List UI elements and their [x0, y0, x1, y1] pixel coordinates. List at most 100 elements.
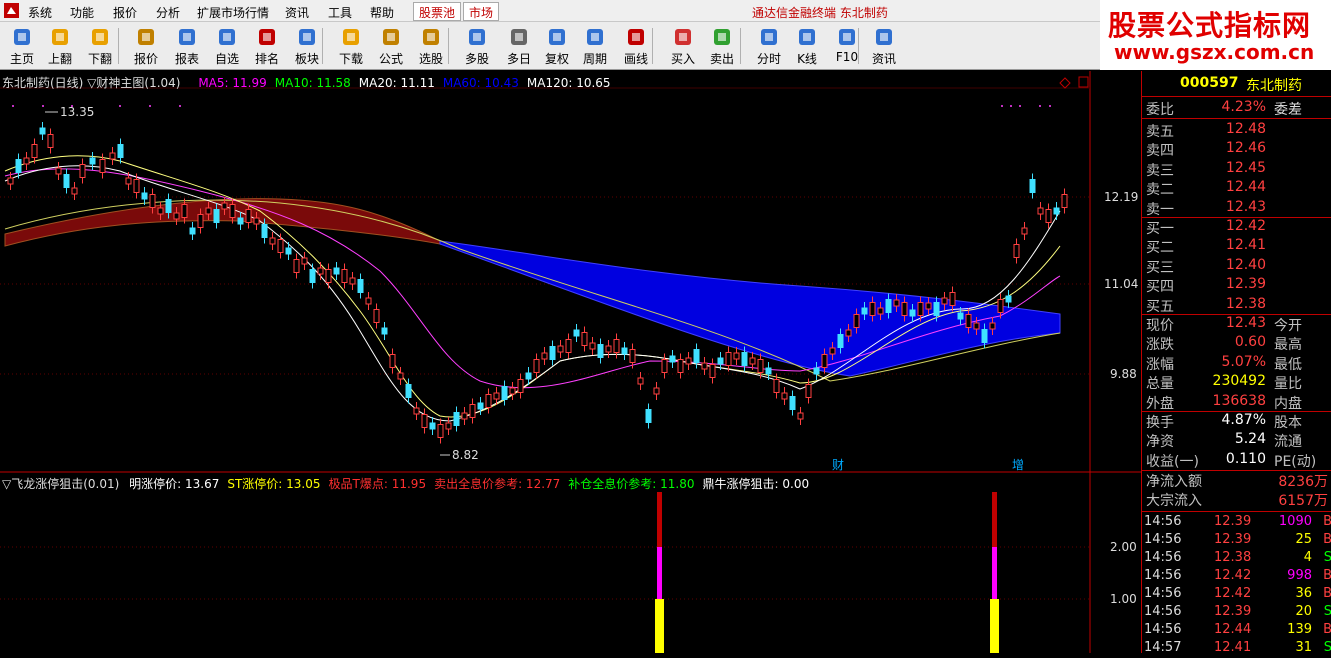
quote-stat-label: 现价 — [1146, 318, 1174, 334]
ask-level[interactable]: 卖三 12.45 — [1144, 160, 1330, 179]
bid-level[interactable]: 买三 12.40 — [1144, 257, 1330, 276]
stock-picker-icon — [423, 29, 439, 45]
toolbar-button-arrow-up[interactable]: 上翻 — [41, 25, 79, 67]
watermark-banner: 股票公式指标网 www.gszx.com.cn — [1100, 0, 1331, 70]
quote-stat2[interactable]: 净资 5.24 流通 — [1144, 431, 1330, 450]
candle-body — [581, 332, 588, 346]
toolbar-button-adjust[interactable]: 复权 — [538, 25, 576, 67]
toolbar-button-buy[interactable]: 买入 — [664, 25, 702, 67]
menu-market[interactable]: 市场 — [463, 2, 500, 21]
indicator-title[interactable]: ▽飞龙涨停狙击(0.01) — [2, 477, 119, 491]
candle-body — [197, 214, 204, 228]
toolbar-button-label: 选股 — [418, 52, 443, 66]
bid-level[interactable]: 买四 12.39 — [1144, 276, 1330, 295]
candle-body — [941, 297, 948, 305]
toolbar-button-label: 多日 — [506, 52, 531, 66]
price-axis-label: 12.19 — [1104, 190, 1138, 204]
toolbar-button-ranking[interactable]: 排名 — [248, 25, 286, 67]
candle-body — [229, 204, 236, 218]
candle-body — [149, 194, 156, 208]
candle-body — [661, 359, 668, 373]
toolbar-button-period[interactable]: 周期 — [576, 25, 614, 67]
ask-level[interactable]: 卖五 12.48 — [1144, 121, 1330, 140]
toolbar-button-news[interactable]: 资讯 — [865, 25, 903, 67]
bid-level[interactable]: 买五 12.38 — [1144, 296, 1330, 315]
toolbar-button-arrow-down[interactable]: 下翻 — [81, 25, 119, 67]
quote-stat[interactable]: 涨幅 5.07% 最低 — [1144, 354, 1330, 373]
bid-level[interactable]: 买一 12.42 — [1144, 218, 1330, 237]
menu-tools[interactable]: 工具 — [328, 4, 352, 21]
tick-row: 14:56 12.39 1090 B — [1144, 514, 1331, 532]
chart-diamond-icon[interactable] — [1059, 77, 1071, 89]
candle-body — [973, 322, 980, 330]
kline-chart-area[interactable]: 13.35 8.82 财 增 12.19 11.04 9.88 2.00 1.0… — [0, 71, 1141, 653]
indicator-field: 极品T爆点: 11.95 — [328, 477, 427, 491]
tick-volume: 20 — [1295, 604, 1312, 619]
toolbar-button-report[interactable]: 报表 — [168, 25, 206, 67]
quote-stat2[interactable]: 换手 4.87% 股本 — [1144, 412, 1330, 431]
toolbar-button-label: 自选 — [214, 52, 239, 66]
tick-time: 14:56 — [1144, 604, 1182, 619]
menu-news[interactable]: 资讯 — [285, 4, 309, 21]
menu-analysis[interactable]: 分析 — [156, 4, 180, 21]
menu-quote[interactable]: 报价 — [113, 4, 137, 21]
toolbar-button-formula[interactable]: 公式 — [372, 25, 410, 67]
candle-body — [373, 309, 380, 323]
chart-window-icon[interactable] — [1078, 76, 1089, 88]
quote-stat2[interactable]: 收益(一) 0.110 PE(动) — [1144, 451, 1330, 470]
candle-body — [285, 247, 292, 255]
toolbar-button-sell[interactable]: 卖出 — [703, 25, 741, 67]
toolbar-button-watchlist[interactable]: 自选 — [208, 25, 246, 67]
candle-body — [749, 357, 756, 365]
toolbar-button-home[interactable]: 主页 — [3, 25, 41, 67]
candle-body — [853, 314, 860, 328]
toolbar-button-f10[interactable]: F10 — [828, 25, 866, 67]
tick-direction: S — [1323, 604, 1331, 619]
quote-stat-value: 0.60 — [1234, 334, 1266, 351]
quote-icon — [138, 29, 154, 45]
stock-code: 000597 — [1180, 75, 1239, 91]
menu-extended-market[interactable]: 扩展市场行情 — [197, 4, 269, 21]
ask-level[interactable]: 卖一 12.43 — [1144, 199, 1330, 218]
quote-stat-label2: 量比 — [1274, 376, 1302, 393]
tick-row: 14:56 12.42 998 B — [1144, 568, 1331, 586]
ask-level[interactable]: 卖四 12.46 — [1144, 140, 1330, 159]
toolbar-separator — [118, 28, 119, 64]
kline-chart-canvas[interactable]: 13.35 8.82 财 增 12.19 11.04 9.88 2.00 1.0… — [0, 71, 1141, 653]
candle-body — [533, 359, 540, 373]
candle-body — [997, 299, 1004, 313]
menu-stock-pool[interactable]: 股票池 — [413, 2, 462, 21]
candle-body — [613, 339, 620, 353]
quote-stat[interactable]: 外盘 136638 内盘 — [1144, 393, 1330, 412]
tick-time: 14:56 — [1144, 550, 1182, 565]
candle-body — [893, 299, 900, 307]
tick-row: 14:56 12.44 139 B — [1144, 622, 1331, 640]
candle-body — [237, 217, 244, 225]
toolbar-button-multi-stock[interactable]: 多股 — [458, 25, 496, 67]
menu-help[interactable]: 帮助 — [370, 4, 394, 21]
quote-stat[interactable]: 涨跌 0.60 最高 — [1144, 334, 1330, 353]
quote-stat[interactable]: 总量 230492 量比 — [1144, 373, 1330, 392]
candle-body — [157, 207, 164, 215]
chart-title[interactable]: 东北制药(日线) ▽财神主图(1.04) — [2, 76, 181, 90]
tick-direction: B — [1323, 514, 1331, 529]
bid-level[interactable]: 买二 12.41 — [1144, 237, 1330, 256]
toolbar-button-download[interactable]: 下载 — [332, 25, 370, 67]
toolbar-button-kline[interactable]: K线 — [788, 25, 826, 67]
menu-function[interactable]: 功能 — [70, 4, 94, 21]
toolbar-button-intraday[interactable]: 分时 — [750, 25, 788, 67]
toolbar-button-sector[interactable]: 板块 — [288, 25, 326, 67]
candle-body — [557, 345, 564, 353]
menu-system[interactable]: 系统 — [28, 4, 52, 21]
candle-body — [453, 412, 460, 426]
toolbar-button-quote[interactable]: 报价 — [127, 25, 165, 67]
toolbar-button-stock-picker[interactable]: 选股 — [412, 25, 450, 67]
toolbar-button-draw-line[interactable]: 画线 — [617, 25, 655, 67]
candle-body — [909, 309, 916, 317]
tick-volume: 25 — [1295, 532, 1312, 547]
tick-price: 12.42 — [1214, 586, 1252, 601]
ask-level[interactable]: 卖二 12.44 — [1144, 179, 1330, 198]
candle-body — [293, 259, 300, 273]
toolbar-button-multi-day[interactable]: 多日 — [500, 25, 538, 67]
quote-stat[interactable]: 现价 12.43 今开 — [1144, 315, 1330, 334]
